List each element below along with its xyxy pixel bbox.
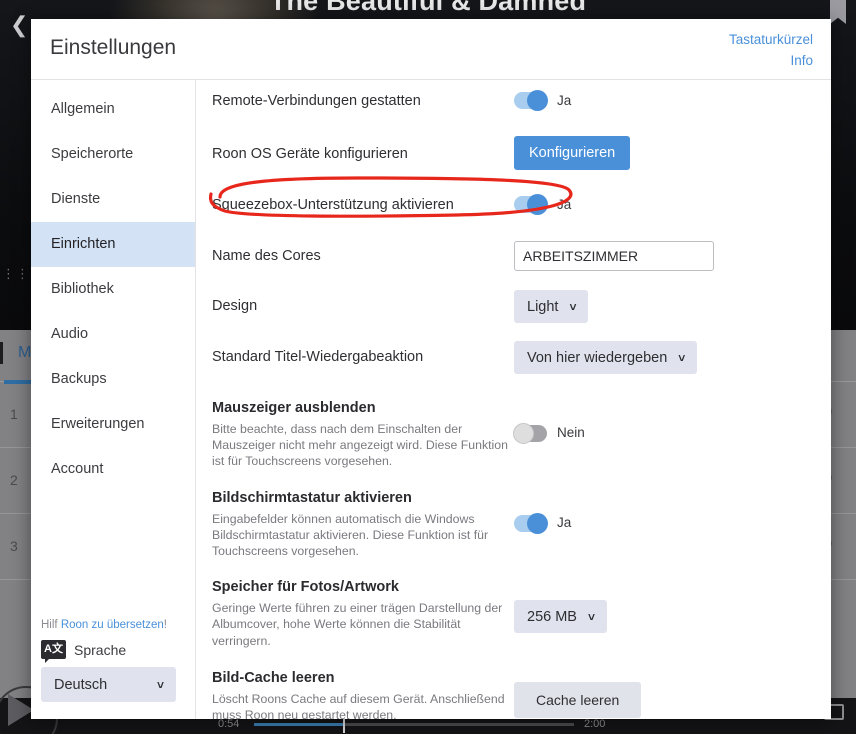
setting-label: Remote-Verbindungen gestatten <box>212 93 421 109</box>
sidebar-item-backups[interactable]: Backups <box>31 357 195 402</box>
setting-label: Squeezebox-Unterstützung aktivieren <box>212 197 454 213</box>
setting-hide-cursor: Mauszeiger ausblenden Bitte beachte, das… <box>212 399 831 470</box>
setting-roon-os-devices: Roon OS Geräte konfigurieren Konfigurier… <box>212 136 831 172</box>
toggle-knob <box>513 423 534 444</box>
toggle-knob <box>527 194 548 215</box>
progress-fill <box>254 723 344 726</box>
setting-label: Bildschirmtastatur aktivieren <box>212 489 412 506</box>
toggle-value: Ja <box>557 514 572 530</box>
chevron-left-icon[interactable]: ❮ <box>10 14 28 36</box>
setting-description: Löscht Roons Cache auf diesem Gerät. Ans… <box>212 691 505 719</box>
toggle-value: Nein <box>557 425 585 440</box>
track-number: 2 <box>10 472 18 488</box>
keyboard-shortcuts-link[interactable]: Tastaturkürzel <box>729 29 813 50</box>
drag-dots-icon[interactable]: ⋮⋮ <box>2 267 29 287</box>
tab-active[interactable]: M <box>18 344 31 362</box>
artwork-memory-value: 256 MB <box>527 608 577 625</box>
translate-invite-prefix: Hilf <box>41 619 61 631</box>
setting-label: Roon OS Geräte konfigurieren <box>212 146 408 162</box>
sidebar-item-bibliothek[interactable]: Bibliothek <box>31 267 195 312</box>
language-block: Hilf Roon zu übersetzen! A文 Sprache Deut… <box>31 619 196 702</box>
sidebar-item-speicherorte[interactable]: Speicherorte <box>31 132 195 177</box>
setting-squeezebox-support: Squeezebox-Unterstützung aktivieren Ja <box>212 194 831 215</box>
settings-content: Remote-Verbindungen gestatten Ja Roon OS… <box>196 80 831 719</box>
setting-label: Design <box>212 298 258 314</box>
language-select-value: Deutsch <box>54 676 108 693</box>
squeezebox-toggle[interactable] <box>514 194 548 215</box>
translate-icon: A文 <box>41 640 66 663</box>
setting-label: Bild-Cache leeren <box>212 669 335 686</box>
sidebar-item-audio[interactable]: Audio <box>31 312 195 357</box>
setting-label: Mauszeiger ausblenden <box>212 400 376 416</box>
settings-sidebar: Allgemein Speicherorte Dienste Einrichte… <box>31 80 196 719</box>
onscreen-keyboard-toggle[interactable] <box>514 512 548 534</box>
translate-invite-suffix: ! <box>163 619 167 631</box>
setting-onscreen-keyboard: Bildschirmtastatur aktivieren Eingabefel… <box>212 489 831 560</box>
configure-button[interactable]: Konfigurieren <box>514 136 631 170</box>
info-link[interactable]: Info <box>729 50 813 71</box>
tabbar-marker <box>0 342 3 364</box>
translate-invite: Hilf Roon zu übersetzen! <box>41 619 196 631</box>
track-number: 3 <box>10 538 18 554</box>
toggle-knob <box>527 90 548 111</box>
language-label: Sprache <box>74 641 127 658</box>
setting-default-play-action: Standard Titel-Wiedergabeaktion Von hier… <box>212 341 831 374</box>
setting-label: Speicher für Fotos/Artwork <box>212 579 399 596</box>
default-play-action-dropdown[interactable]: Von hier wiedergeben ˅ <box>514 341 698 374</box>
remote-connections-toggle[interactable] <box>514 90 548 111</box>
elapsed-time: 0:54 <box>218 718 240 730</box>
hide-cursor-toggle[interactable] <box>513 423 547 444</box>
toggle-value: Ja <box>557 197 572 212</box>
setting-label: Name des Cores <box>212 248 321 264</box>
page-title: Einstellungen <box>50 36 177 59</box>
track-number: 1 <box>10 406 18 422</box>
duration-time: 2:00 <box>584 718 606 730</box>
chevron-down-icon: ˅ <box>569 299 577 314</box>
chevron-down-icon: ˅ <box>587 609 595 624</box>
setting-remote-connections: Remote-Verbindungen gestatten Ja <box>212 90 831 111</box>
setting-description: Bitte beachte, dass nach dem Einschalten… <box>212 422 508 469</box>
sidebar-item-dienste[interactable]: Dienste <box>31 177 195 222</box>
design-dropdown-value: Light <box>527 298 559 315</box>
album-title: The Beautiful & Damned <box>269 0 587 16</box>
setting-core-name: Name des Cores <box>212 241 831 271</box>
header-links: Tastaturkürzel Info <box>729 29 813 71</box>
clear-cache-button[interactable]: Cache leeren <box>514 681 642 718</box>
sidebar-nav: Allgemein Speicherorte Dienste Einrichte… <box>31 80 195 492</box>
dialog-header: Einstellungen Tastaturkürzel Info <box>31 19 831 80</box>
default-play-action-value: Von hier wiedergeben <box>527 349 668 366</box>
sidebar-item-account[interactable]: Account <box>31 447 195 492</box>
toggle-knob <box>527 512 548 534</box>
setting-design: Design Light ˅ <box>212 290 831 323</box>
setting-description: Geringe Werte führen zu einer trägen Dar… <box>212 601 503 648</box>
language-label-row: A文 Sprache <box>41 640 196 663</box>
artwork-memory-dropdown[interactable]: 256 MB ˅ <box>514 600 607 634</box>
translate-link[interactable]: Roon zu übersetzen <box>61 619 164 631</box>
setting-clear-image-cache: Bild-Cache leeren Löscht Roons Cache auf… <box>212 669 831 719</box>
settings-dialog: Einstellungen Tastaturkürzel Info Allgem… <box>31 19 831 719</box>
language-select[interactable]: Deutsch ˅ <box>41 667 176 702</box>
toggle-value: Ja <box>557 93 572 108</box>
sidebar-item-einrichten[interactable]: Einrichten <box>31 222 195 267</box>
setting-artwork-memory: Speicher für Fotos/Artwork Geringe Werte… <box>212 578 831 649</box>
chevron-down-icon: ˅ <box>156 677 164 692</box>
setting-label: Standard Titel-Wiedergabeaktion <box>212 349 424 365</box>
design-dropdown[interactable]: Light ˅ <box>514 290 589 323</box>
sidebar-item-erweiterungen[interactable]: Erweiterungen <box>31 402 195 447</box>
setting-description: Eingabefelder können automatisch die Win… <box>212 511 489 559</box>
chevron-down-icon: ˅ <box>678 350 686 365</box>
sidebar-item-allgemein[interactable]: Allgemein <box>31 87 195 132</box>
core-name-input[interactable] <box>514 241 714 271</box>
dialog-body: Allgemein Speicherorte Dienste Einrichte… <box>31 80 831 719</box>
